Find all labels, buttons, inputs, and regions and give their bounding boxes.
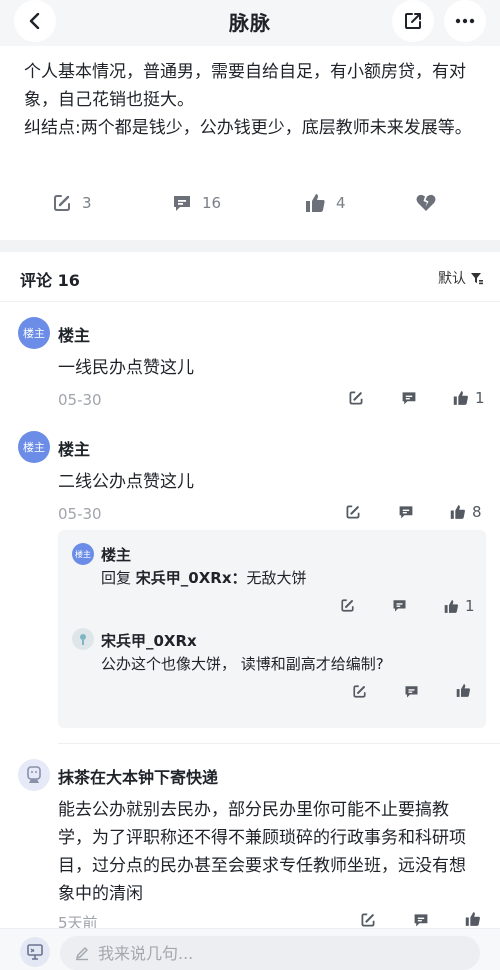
reply-text: 公办这个也像大饼， 读博和副高才给编制? (101, 655, 384, 673)
reply-body: 无敌大饼 (246, 569, 307, 587)
comment-icon (414, 914, 428, 927)
thumbs-up-icon (444, 599, 458, 613)
reply-author[interactable]: 楼主 (101, 544, 131, 565)
reply-like-button[interactable] (456, 683, 471, 698)
comment-text: 一线民办点赞这儿 (58, 358, 194, 378)
reply-target[interactable]: 宋兵甲_0XRx： (136, 569, 247, 587)
comment-like-count: 1 (475, 389, 485, 407)
comment-like-button[interactable] (465, 911, 481, 927)
filter-icon (471, 273, 483, 285)
reply-author[interactable]: 宋兵甲_0XRx (101, 630, 197, 651)
comment-date: 05-30 (58, 391, 102, 409)
avatar[interactable] (72, 628, 94, 650)
comment-icon (399, 506, 413, 519)
share-button[interactable] (392, 0, 434, 42)
comment-author[interactable]: 楼主 (58, 436, 90, 460)
presentation-icon (27, 944, 43, 960)
sort-label: 默认 (438, 271, 466, 287)
user-badge[interactable] (20, 937, 50, 967)
comment-author[interactable]: 楼主 (58, 322, 90, 346)
post-like-action[interactable]: 4 (305, 189, 346, 217)
comment-like-count: 8 (472, 503, 482, 521)
avatar[interactable]: 楼主 (18, 317, 50, 349)
comment-icon (174, 196, 190, 211)
comment-reply-button[interactable] (398, 504, 414, 520)
post-dislike-action[interactable] (416, 189, 436, 217)
post-card: 个人基本情况，普通男，需要自给自足，有小额房贷，有对象，自己花销也挺大。 纠结点… (0, 46, 500, 240)
forward-icon (349, 391, 363, 405)
comment-date: 05-30 (58, 505, 102, 523)
reply-text: 回复 宋兵甲_0XRx：无敌大饼 (101, 567, 307, 588)
comment-text: 二线公办点赞这儿 (58, 472, 194, 492)
reply-like-button[interactable]: 1 (444, 597, 475, 615)
thumbs-up-icon (450, 505, 465, 519)
thumbs-up-icon (453, 391, 468, 405)
reply-like-count: 1 (465, 597, 475, 615)
thumbs-up-icon (306, 194, 325, 212)
comment-forward-button[interactable] (345, 504, 361, 520)
comment-reply-button[interactable] (401, 390, 417, 406)
reply-forward-button[interactable] (340, 598, 355, 613)
comment-forward-button[interactable] (360, 912, 376, 928)
thumbs-up-icon (456, 684, 470, 697)
reply-prefix: 回复 (101, 569, 132, 587)
comment-like-button[interactable]: 1 (453, 389, 485, 407)
avatar[interactable] (18, 759, 50, 791)
post-share-action[interactable]: 3 (52, 189, 92, 217)
forward-icon (361, 913, 375, 927)
post-comment-action[interactable]: 16 (172, 189, 221, 217)
reply-comment-button[interactable] (404, 684, 419, 699)
reply-comment-button[interactable] (392, 598, 407, 613)
post-text-line: 个人基本情况，普通男，需要自给自足，有小额房贷，有对象，自己花销也挺大。 (24, 62, 466, 110)
forward-icon (353, 685, 366, 698)
post-actions: 3 16 4 (0, 189, 500, 217)
comment-reply-button[interactable] (413, 912, 429, 928)
replies-panel: 楼主 楼主 回复 宋兵甲_0XRx：无敌大饼 1 宋兵甲_0XRx 公办这个也像… (58, 530, 486, 728)
comment-like-button[interactable]: 8 (450, 503, 482, 521)
comments-title: 评论 16 (20, 271, 80, 290)
sort-button[interactable]: 默认 (438, 268, 484, 288)
comment-author[interactable]: 抹茶在大本钟下寄快递 (58, 764, 218, 788)
forward-icon (346, 505, 360, 519)
user-avatar-icon (27, 766, 41, 783)
thumbs-up-icon (465, 912, 480, 926)
pencil-icon (76, 947, 88, 961)
comment-forward-button[interactable] (348, 390, 364, 406)
more-dots-icon (455, 18, 475, 24)
comment-icon (405, 686, 418, 698)
comment-input-box[interactable] (60, 936, 480, 970)
comment-item: 抹茶在大本钟下寄快递 能去公办就别去民办，部分民办里你可能不止要搞教学，为了评职… (0, 744, 500, 928)
top-bar: 脉脉 (0, 0, 500, 46)
avatar[interactable]: 楼主 (72, 543, 94, 565)
share-count: 3 (82, 194, 92, 212)
comment-count: 16 (202, 194, 222, 212)
broken-heart-icon (416, 194, 436, 211)
comment-item: 楼主 楼主 一线民办点赞这儿 05-30 1 (0, 302, 500, 417)
comment-date: 5天前 (58, 914, 98, 928)
post-body: 个人基本情况，普通男，需要自给自足，有小额房贷，有对象，自己花销也挺大。 纠结点… (24, 58, 480, 142)
post-text-line: 纠结点:两个都是钱少，公办钱更少，底层教师未来发展等。 (24, 118, 472, 138)
comment-text: 能去公办就别去民办，部分民办里你可能不止要搞教学，为了评职称还不得不兼顾琐碎的行… (58, 800, 466, 904)
avatar[interactable]: 楼主 (18, 431, 50, 463)
comment-input-bar (0, 928, 500, 970)
more-button[interactable] (444, 0, 486, 42)
forward-icon (54, 195, 70, 211)
comments-header: 评论 16 默认 (0, 252, 500, 302)
user-avatar-icon (80, 634, 86, 645)
reply-forward-button[interactable] (352, 684, 367, 699)
comment-icon (402, 392, 416, 405)
like-count: 4 (336, 194, 346, 212)
share-external-icon (405, 13, 421, 29)
section-divider (0, 240, 500, 252)
comment-input[interactable] (98, 943, 458, 963)
forward-icon (341, 599, 354, 612)
comment-icon (393, 600, 406, 612)
